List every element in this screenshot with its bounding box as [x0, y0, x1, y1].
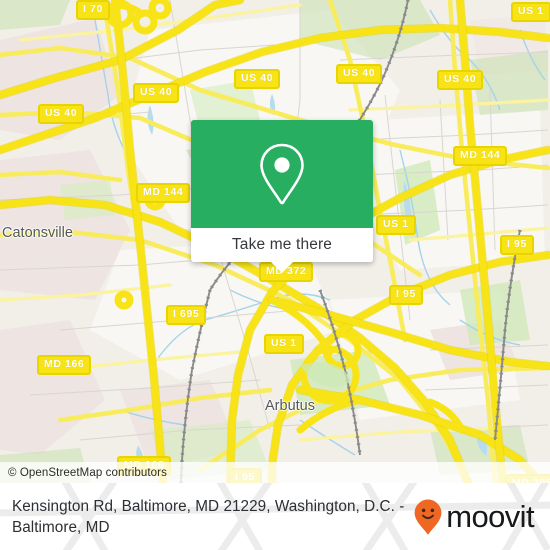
map-shield: I 95 [389, 285, 423, 305]
map-shield: I 95 [500, 235, 534, 255]
screenshot-root: .lu-res{fill:#eee4e1;} .lu-park{fill:#cd… [0, 0, 550, 550]
map-place-label: Arbutus [265, 398, 315, 414]
map-shield: US 40 [234, 69, 281, 89]
map-shield: I 695 [166, 305, 207, 325]
location-pin-icon [260, 143, 304, 205]
take-me-there-label: Take me there [231, 236, 333, 253]
map-shield: US 40 [336, 64, 383, 84]
map-shield: US 40 [133, 83, 180, 103]
map-place-label: Catonsville [2, 225, 73, 241]
card-icon-area [191, 120, 373, 228]
map-shield: US 1 [376, 215, 416, 235]
map-shield: MD 144 [453, 146, 508, 166]
address-text: Kensington Rd, Baltimore, MD 21229, Wash… [12, 497, 405, 536]
footer-content: Kensington Rd, Baltimore, MD 21229, Wash… [0, 483, 550, 550]
map-shield: MD 166 [37, 355, 92, 375]
moovit-logo[interactable]: moovit [413, 498, 538, 536]
map-shield: US 40 [38, 104, 85, 124]
take-me-there-card[interactable]: Take me there [191, 120, 373, 273]
attribution-text: © OpenStreetMap contributors [8, 466, 167, 479]
moovit-wordmark: moovit [446, 499, 534, 534]
moovit-smiley-pin-icon [414, 499, 442, 534]
map-attribution: © OpenStreetMap contributors [0, 462, 550, 483]
card-pointer-tail [271, 262, 293, 273]
map-shield: MD 144 [136, 183, 191, 203]
card-action-bar[interactable]: Take me there [191, 228, 373, 273]
map-shield: US 1 [264, 334, 304, 354]
map-shield: US 1 [511, 2, 550, 22]
footer-bar: Kensington Rd, Baltimore, MD 21229, Wash… [0, 483, 550, 550]
map-shield: I 70 [76, 0, 110, 20]
map-shield: US 40 [437, 70, 484, 90]
